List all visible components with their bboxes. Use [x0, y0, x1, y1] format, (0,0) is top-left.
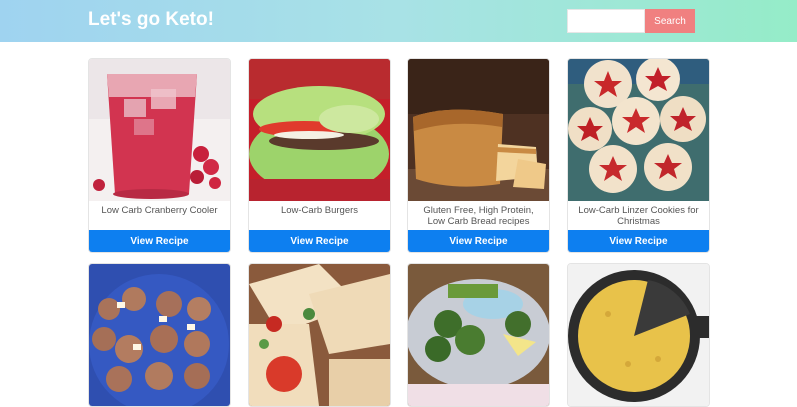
skillet-cornbread-image[interactable]: [568, 264, 709, 406]
recipe-card: [567, 263, 710, 407]
site-title[interactable]: Let's go Keto!: [88, 9, 214, 31]
search-button[interactable]: Search: [645, 9, 695, 33]
recipe-card: [88, 263, 231, 407]
linzer-cookies-image[interactable]: [568, 59, 709, 201]
header-bar: Let's go Keto! Search: [0, 0, 797, 42]
view-recipe-button[interactable]: View Recipe: [89, 230, 230, 252]
green-balls-image[interactable]: [408, 264, 549, 406]
recipe-title: Low Carb Cranberry Cooler: [101, 205, 218, 216]
recipe-card: Low-Carb Linzer Cookies for Christmas Vi…: [567, 58, 710, 253]
view-recipe-button[interactable]: View Recipe: [568, 230, 709, 252]
wraps-image[interactable]: [249, 264, 390, 406]
view-recipe-button[interactable]: View Recipe: [408, 230, 549, 252]
recipe-card: Gluten Free, High Protein, Low Carb Brea…: [407, 58, 550, 253]
cranberry-drink-image[interactable]: [89, 59, 230, 201]
pancakes-image[interactable]: [89, 264, 230, 406]
recipe-title: Low-Carb Linzer Cookies for Christmas: [578, 205, 699, 227]
recipe-card: [248, 263, 391, 407]
search-input[interactable]: [567, 9, 645, 33]
lettuce-burger-image[interactable]: [249, 59, 390, 201]
recipe-title: Gluten Free, High Protein, Low Carb Brea…: [423, 205, 534, 227]
recipe-card: Low-Carb Burgers View Recipe: [248, 58, 391, 253]
recipe-card: [407, 263, 550, 407]
recipe-title: Low-Carb Burgers: [280, 205, 359, 216]
view-recipe-button[interactable]: View Recipe: [249, 230, 390, 252]
bread-loaf-image[interactable]: [408, 59, 549, 201]
recipe-card: Low Carb Cranberry Cooler View Recipe: [88, 58, 231, 253]
